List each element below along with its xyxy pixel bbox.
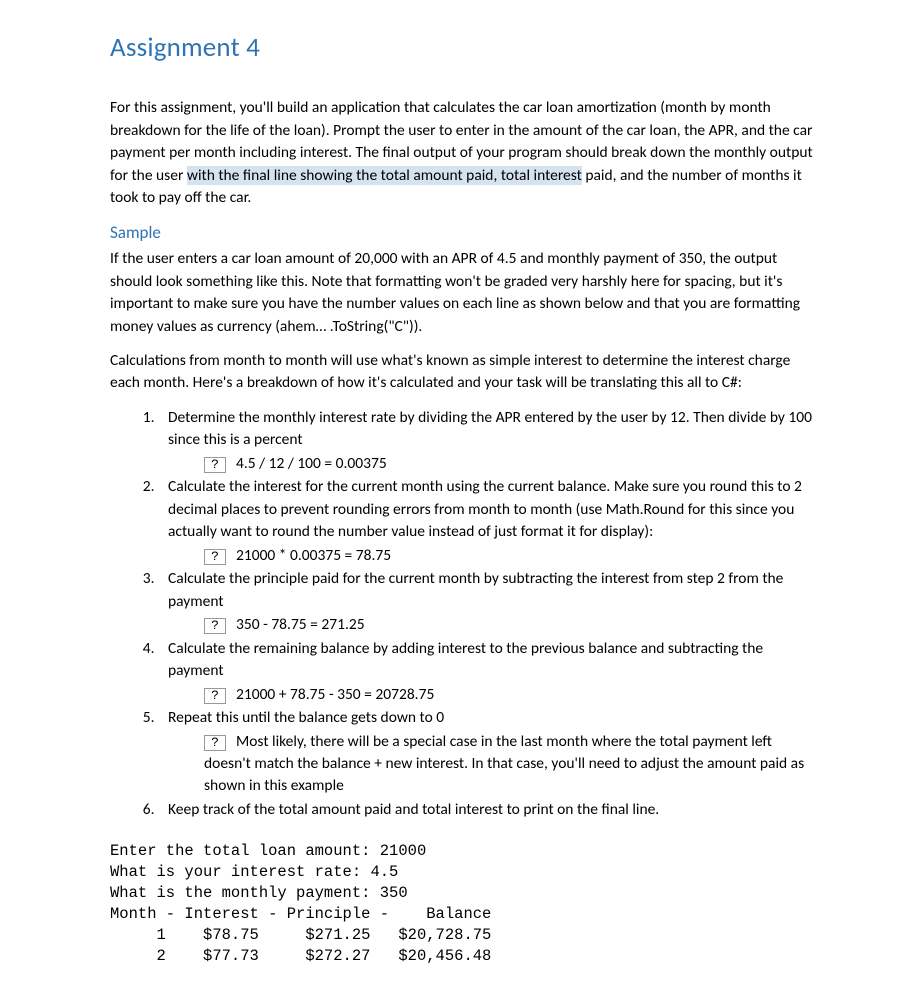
step-sub-bullet: ? 4.5 / 12 / 100 = 0.00375: [168, 453, 821, 475]
intro-paragraph: For this assignment, you'll build an app…: [110, 97, 821, 209]
step-item: Repeat this until the balance gets down …: [158, 707, 821, 798]
page-title: Assignment 4: [110, 28, 821, 67]
step-text: Calculate the principle paid for the cur…: [168, 569, 783, 610]
bullet-icon: ?: [204, 549, 226, 565]
bullet-icon: ?: [204, 735, 226, 751]
step-text: Calculate the remaining balance by addin…: [168, 639, 763, 680]
step-sub-bullet: ? 350 - 78.75 = 271.25: [168, 614, 821, 636]
step-sub-bullet: ? 21000 + 78.75 - 350 = 20728.75: [168, 684, 821, 706]
step-text: Calculate the interest for the current m…: [168, 477, 802, 541]
sample-heading: Sample: [110, 221, 821, 246]
step-text: Keep track of the total amount paid and …: [168, 800, 659, 819]
step-sub-bullet: ? 21000 * 0.00375 = 78.75: [168, 545, 821, 567]
bullet-icon: ?: [204, 618, 226, 634]
bullet-icon: ?: [204, 688, 226, 704]
step-sub-text: Most likely, there will be a special cas…: [204, 732, 804, 796]
sample-paragraph-1: If the user enters a car loan amount of …: [110, 248, 821, 338]
step-sub-text: 350 - 78.75 = 271.25: [236, 615, 365, 634]
step-item: Determine the monthly interest rate by d…: [158, 407, 821, 475]
sample-paragraph-2: Calculations from month to month will us…: [110, 350, 821, 395]
step-text: Determine the monthly interest rate by d…: [168, 408, 812, 449]
step-item: Calculate the principle paid for the cur…: [158, 568, 821, 636]
step-item: Calculate the remaining balance by addin…: [158, 638, 821, 706]
steps-list: Determine the monthly interest rate by d…: [110, 407, 821, 821]
step-item: Calculate the interest for the current m…: [158, 476, 821, 567]
step-sub-text: 4.5 / 12 / 100 = 0.00375: [236, 454, 387, 473]
step-item: Keep track of the total amount paid and …: [158, 799, 821, 821]
bullet-icon: ?: [204, 457, 226, 473]
step-sub-bullet: ?Most likely, there will be a special ca…: [168, 731, 821, 798]
step-sub-text: 21000 * 0.00375 = 78.75: [236, 546, 391, 565]
intro-highlight: with the final line showing the total am…: [187, 166, 582, 185]
step-sub-text: 21000 + 78.75 - 350 = 20728.75: [236, 685, 434, 704]
step-text: Repeat this until the balance gets down …: [168, 708, 444, 727]
console-output: Enter the total loan amount: 21000 What …: [110, 841, 821, 967]
